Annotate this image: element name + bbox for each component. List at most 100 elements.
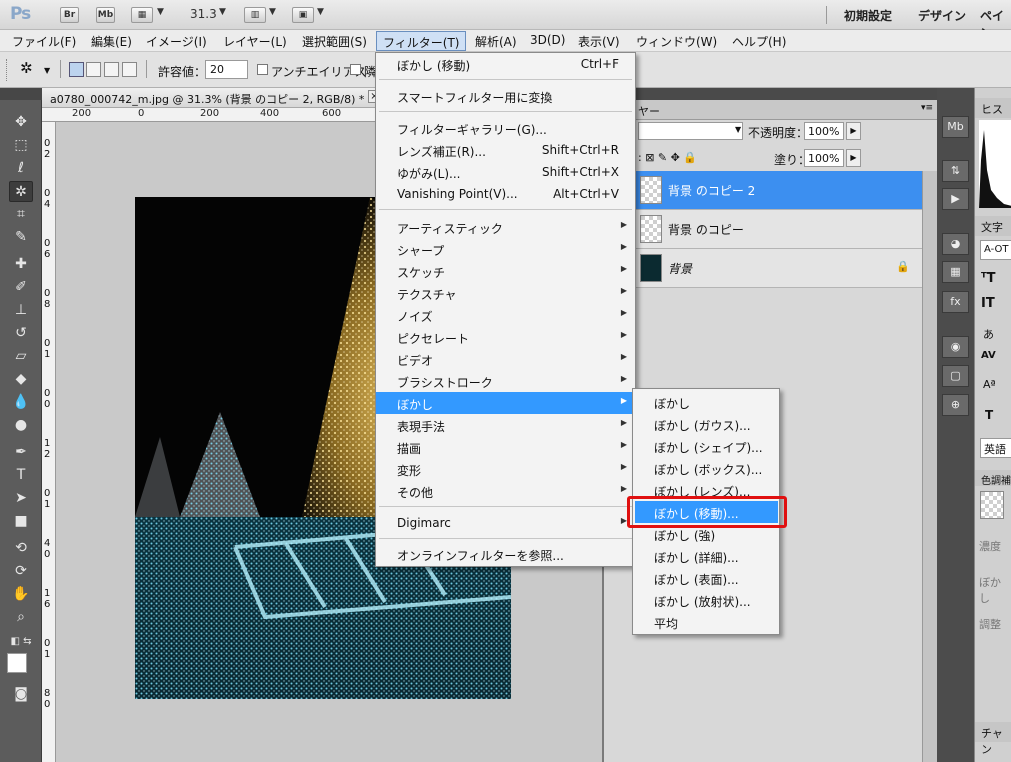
menu-view[interactable]: 表示(V) [578, 33, 620, 50]
eraser-tool-icon[interactable]: ▱ [9, 346, 33, 367]
subtract-selection-icon[interactable] [104, 62, 119, 77]
arrange-documents-icon[interactable]: ▥ [244, 7, 266, 23]
menu-file[interactable]: ファイル(F) [12, 33, 76, 50]
blend-mode-dropdown-icon[interactable]: ▼ [735, 125, 741, 134]
magic-wand-tool-icon[interactable]: ✲ [9, 181, 33, 202]
panel-menu-icon[interactable]: ▾≡ [921, 103, 933, 113]
menu-item-distort[interactable]: 変形 ▶ [376, 458, 635, 480]
adjustments-tab[interactable]: 色調補 [975, 470, 1011, 487]
menu-analysis[interactable]: 解析(A) [475, 33, 517, 50]
faux-bold-icon[interactable]: T [985, 408, 993, 422]
crop-tool-icon[interactable]: ⌗ [9, 204, 33, 225]
menu-item-filter-gallery[interactable]: フィルターギャラリー(G)... [376, 117, 635, 139]
move-tool-icon[interactable]: ✥ [9, 112, 33, 133]
lasso-tool-icon[interactable]: ℓ [9, 158, 33, 179]
workspace-design[interactable]: デザイン [918, 7, 966, 24]
menu-item-sketch[interactable]: スケッチ ▶ [376, 260, 635, 282]
menu-item-artistic[interactable]: アーティスティック ▶ [376, 216, 635, 238]
histogram-tab[interactable]: ヒスト [975, 98, 1011, 132]
color-panel-icon[interactable]: ◕ [942, 233, 969, 255]
zoom-tool-icon[interactable]: ⌕ [9, 607, 33, 628]
layer-row-background[interactable]: 背景 🔒 [634, 249, 922, 288]
tolerance-input[interactable]: 20 [205, 60, 248, 79]
submenu-item-radial-blur[interactable]: ぼかし (放射状)... [635, 589, 778, 611]
history-brush-tool-icon[interactable]: ↺ [9, 323, 33, 344]
layer-row-copy[interactable]: 背景 のコピー [634, 210, 922, 249]
healing-brush-tool-icon[interactable]: ✚ [9, 254, 33, 275]
magic-wand-icon[interactable]: ✲ [20, 59, 33, 77]
menu-image[interactable]: イメージ(I) [146, 33, 207, 50]
add-selection-icon[interactable] [86, 62, 101, 77]
menu-edit[interactable]: 編集(E) [91, 33, 132, 50]
new-selection-icon[interactable] [69, 62, 84, 77]
menu-item-video[interactable]: ビデオ ▶ [376, 348, 635, 370]
eyedropper-tool-icon[interactable]: ✎ [9, 227, 33, 248]
menu-3d[interactable]: 3D(D) [530, 33, 565, 47]
screen-mode-icon[interactable]: ▣ [292, 7, 314, 23]
foreground-color-swatch[interactable] [7, 653, 27, 673]
menu-item-vanishing-point[interactable]: Vanishing Point(V)... Alt+Ctrl+V [376, 183, 635, 205]
submenu-item-shape-blur[interactable]: ぼかし (シェイプ)... [635, 435, 778, 457]
mini-bridge-panel-icon[interactable]: Mb [942, 116, 969, 138]
menu-item-brush-strokes[interactable]: ブラシストローク ▶ [376, 370, 635, 392]
zoom-level[interactable]: 31.3 [190, 7, 217, 21]
channels-tab[interactable]: チャン [975, 722, 1011, 756]
opacity-slider-icon[interactable]: ▶ [846, 122, 861, 140]
menu-filter[interactable]: フィルター(T) [376, 31, 467, 51]
submenu-item-smart-blur[interactable]: ぼかし (詳細)... [635, 545, 778, 567]
menu-item-other[interactable]: その他 ▶ [376, 480, 635, 502]
clone-source-panel-icon[interactable]: ⊕ [942, 394, 969, 416]
menu-item-pixelate[interactable]: ピクセレート ▶ [376, 326, 635, 348]
3d-orbit-tool-icon[interactable]: ⟳ [9, 561, 33, 582]
blur-tool-icon[interactable]: 💧 [9, 392, 33, 413]
menu-item-stylize[interactable]: 表現手法 ▶ [376, 414, 635, 436]
submenu-item-gaussian-blur[interactable]: ぼかし (ガウス)... [635, 413, 778, 435]
shape-tool-icon[interactable]: ■ [9, 511, 33, 532]
pen-tool-icon[interactable]: ✒ [9, 442, 33, 463]
path-selection-tool-icon[interactable]: ➤ [9, 488, 33, 509]
menu-layer[interactable]: レイヤー(L) [223, 33, 287, 50]
view-extras-icon[interactable]: ▦ [131, 7, 153, 23]
tool-preset-dropdown-icon[interactable]: ▼ [44, 66, 50, 75]
workspace-default[interactable]: 初期設定 [844, 7, 892, 24]
menu-item-browse-filters-online[interactable]: オンラインフィルターを参照... [376, 543, 635, 565]
layers-tab[interactable]: ヤー [638, 103, 660, 119]
mini-bridge-button[interactable]: Mb [96, 7, 115, 23]
dodge-tool-icon[interactable]: ● [9, 415, 33, 436]
dropdown-arrow-icon[interactable]: ▼ [157, 7, 164, 17]
menu-window[interactable]: ウィンドウ(W) [636, 33, 717, 50]
quick-mask-icon[interactable]: ◙ [9, 684, 33, 705]
clone-stamp-tool-icon[interactable]: ⊥ [9, 300, 33, 321]
menu-item-blur[interactable]: ぼかし ▶ [376, 392, 635, 414]
fill-input[interactable]: 100% [804, 149, 844, 167]
menu-help[interactable]: ヘルプ(H) [732, 33, 786, 50]
layers-scrollbar[interactable] [922, 171, 937, 762]
menu-item-noise[interactable]: ノイズ ▶ [376, 304, 635, 326]
menu-item-texture[interactable]: テクスチャ ▶ [376, 282, 635, 304]
menu-item-digimarc[interactable]: Digimarc ▶ [376, 512, 635, 534]
hand-tool-icon[interactable]: ✋ [9, 584, 33, 605]
lock-icons[interactable]: : ⊠ ✎ ✥ 🔒 [638, 151, 697, 164]
styles-panel-icon[interactable]: fx [942, 291, 969, 313]
actions-panel-icon[interactable]: ▶ [942, 188, 969, 210]
menu-item-convert-smart-filter[interactable]: スマートフィルター用に変換 [376, 85, 635, 107]
submenu-item-average[interactable]: 平均 [635, 611, 778, 633]
default-colors-icon[interactable]: ◧ ⇆ [9, 631, 33, 652]
blend-mode-select[interactable] [638, 122, 743, 140]
menu-item-render[interactable]: 描画 ▶ [376, 436, 635, 458]
fill-slider-icon[interactable]: ▶ [846, 149, 861, 167]
submenu-item-blur[interactable]: ぼかし [635, 391, 778, 413]
submenu-item-box-blur[interactable]: ぼかし (ボックス)... [635, 457, 778, 479]
layer-row-copy2[interactable]: 背景 のコピー 2 [634, 171, 922, 210]
contiguous-checkbox[interactable] [350, 64, 361, 75]
menu-item-lens-correction[interactable]: レンズ補正(R)... Shift+Ctrl+R [376, 139, 635, 161]
menu-item-sharpen[interactable]: シャープ ▶ [376, 238, 635, 260]
menu-item-motion-blur-repeat[interactable]: ぼかし (移動) Ctrl+F [376, 53, 635, 75]
font-family-input[interactable]: A-OT [980, 240, 1011, 260]
antialias-checkbox[interactable] [257, 64, 268, 75]
zoom-dropdown-icon[interactable]: ▼ [219, 7, 226, 17]
masks-panel-icon[interactable]: ▢ [942, 365, 969, 387]
adjustments-panel-icon[interactable]: ◉ [942, 336, 969, 358]
opacity-input[interactable]: 100% [804, 122, 844, 140]
swatches-panel-icon[interactable]: ▦ [942, 261, 969, 283]
